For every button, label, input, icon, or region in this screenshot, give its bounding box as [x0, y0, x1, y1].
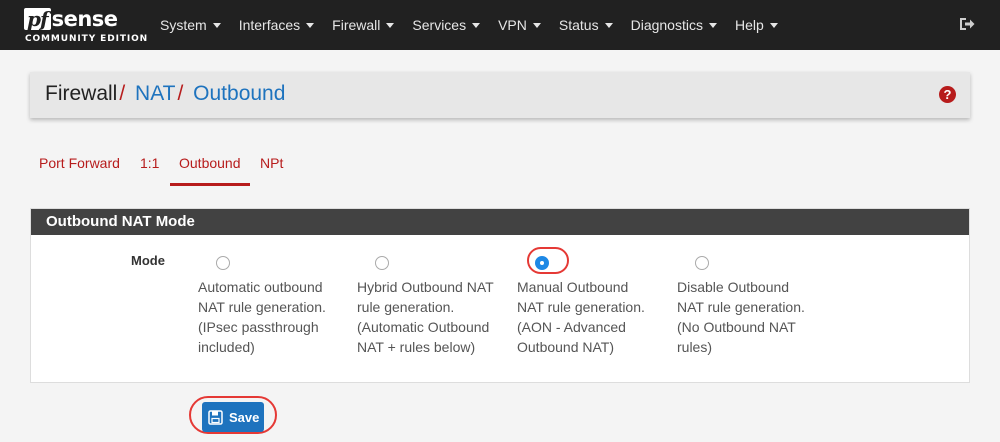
- mode-label: Mode: [131, 253, 165, 268]
- caret-down-icon: [472, 22, 481, 28]
- caret-down-icon: [212, 22, 221, 28]
- caret-down-icon: [708, 22, 717, 28]
- logo-sense: sense: [51, 7, 118, 31]
- logo-pf: pf: [24, 8, 51, 30]
- breadcrumb-outbound[interactable]: Outbound: [193, 82, 285, 105]
- nav-firewall[interactable]: Firewall: [332, 17, 395, 33]
- caret-down-icon: [306, 22, 315, 28]
- nav-interfaces-label: Interfaces: [238, 17, 301, 33]
- radio-disable[interactable]: [695, 256, 709, 270]
- tab-port-forward[interactable]: Port Forward: [30, 152, 129, 186]
- radio-manual[interactable]: [535, 256, 549, 270]
- nav-system[interactable]: System: [160, 17, 221, 33]
- top-navbar: pf sense COMMUNITY EDITION System Interf…: [0, 0, 1000, 50]
- nav-system-label: System: [160, 17, 207, 33]
- breadcrumb-firewall: Firewall: [45, 82, 118, 105]
- outbound-nat-mode-panel: Outbound NAT Mode Mode Automatic outboun…: [30, 208, 970, 383]
- tab-outbound[interactable]: Outbound: [170, 152, 250, 186]
- radio-hybrid[interactable]: [375, 256, 389, 270]
- nav-menu: System Interfaces Firewall Services VPN …: [160, 0, 796, 50]
- caret-down-icon: [532, 22, 541, 28]
- nav-diagnostics-label: Diagnostics: [630, 17, 703, 33]
- option-hybrid-text: Hybrid Outbound NAT rule generation. (Au…: [357, 279, 494, 355]
- breadcrumb-separator: /: [119, 82, 126, 105]
- nav-interfaces[interactable]: Interfaces: [238, 17, 315, 33]
- nav-help-label: Help: [734, 17, 764, 33]
- option-automatic-text: Automatic outbound NAT rule generation. …: [198, 279, 326, 355]
- breadcrumb-nat[interactable]: NAT: [135, 82, 175, 105]
- nav-status-label: Status: [558, 17, 599, 33]
- tab-npt[interactable]: NPt: [251, 152, 292, 186]
- logo-wordmark: pf sense: [24, 6, 118, 32]
- nav-services-label: Services: [412, 17, 467, 33]
- nav-help[interactable]: Help: [735, 17, 778, 33]
- option-disable-text: Disable Outbound NAT rule generation. (N…: [677, 279, 805, 355]
- option-manual-text: Manual Outbound NAT rule generation. (AO…: [517, 279, 645, 355]
- caret-down-icon: [604, 22, 613, 28]
- save-button[interactable]: Save: [202, 402, 264, 432]
- pfsense-logo[interactable]: pf sense COMMUNITY EDITION: [24, 6, 147, 46]
- tab-1-1[interactable]: 1:1: [131, 152, 168, 186]
- breadcrumb: Firewall/ NAT/ Outbound: [45, 82, 285, 106]
- nav-vpn[interactable]: VPN: [498, 17, 541, 33]
- nav-diagnostics[interactable]: Diagnostics: [631, 17, 717, 33]
- nav-services[interactable]: Services: [412, 17, 481, 33]
- caret-down-icon: [769, 22, 778, 28]
- radio-automatic[interactable]: [216, 256, 230, 270]
- sign-out-icon[interactable]: [958, 15, 976, 33]
- nav-firewall-label: Firewall: [332, 17, 381, 33]
- nav-status[interactable]: Status: [559, 17, 613, 33]
- help-icon[interactable]: ?: [939, 86, 956, 103]
- nav-vpn-label: VPN: [498, 17, 527, 33]
- save-label: Save: [229, 409, 260, 425]
- caret-down-icon: [386, 22, 395, 28]
- panel-title: Outbound NAT Mode: [31, 209, 969, 235]
- breadcrumb-separator: /: [177, 82, 184, 105]
- floppy-disk-icon: [208, 409, 223, 425]
- breadcrumb-bar: Firewall/ NAT/ Outbound ?: [30, 72, 970, 118]
- logo-edition: COMMUNITY EDITION: [25, 34, 149, 44]
